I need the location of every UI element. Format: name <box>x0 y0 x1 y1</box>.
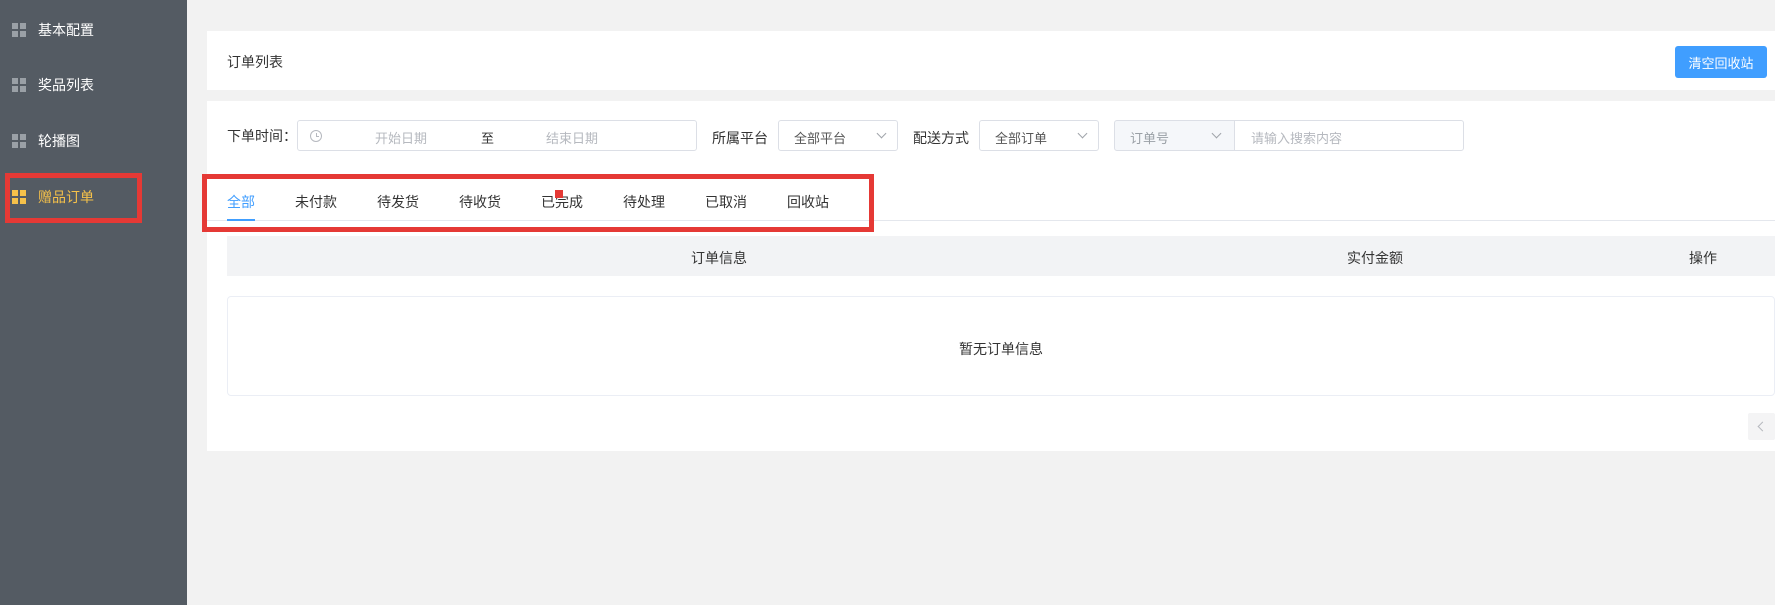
empty-state-text: 暂无订单信息 <box>959 342 1043 358</box>
tab-to-receive[interactable]: 待收货 <box>459 192 501 212</box>
annotation-marker <box>555 190 563 198</box>
search-input-placeholder: 请输入搜索内容 <box>1251 132 1343 147</box>
table-header: 订单信息 实付金额 操作 <box>227 236 1775 276</box>
page-title: 订单列表 <box>227 55 283 71</box>
tab-all[interactable]: 全部 <box>227 192 255 212</box>
sidebar-item-label: 赠品订单 <box>38 190 94 206</box>
delivery-label: 配送方式 <box>913 131 969 147</box>
sidebar-item-carousel[interactable]: 轮播图 <box>0 113 187 169</box>
search-input[interactable]: 请输入搜索内容 <box>1234 120 1464 151</box>
start-date-input[interactable]: 开始日期 <box>375 128 427 147</box>
platform-select[interactable]: 全部平台 <box>778 120 898 151</box>
end-date-input[interactable]: 结束日期 <box>546 128 598 147</box>
grid-icon <box>12 78 26 92</box>
sidebar-item-basic-config[interactable]: 基本配置 <box>0 2 187 58</box>
column-actions: 操作 <box>1689 251 1717 267</box>
column-order-info: 订单信息 <box>691 251 747 267</box>
delivery-select-value: 全部订单 <box>995 132 1048 147</box>
date-range-picker[interactable]: 开始日期 至 结束日期 <box>297 120 697 151</box>
range-separator: 至 <box>481 132 495 147</box>
sidebar-item-gift-orders[interactable]: 赠品订单 <box>0 169 187 225</box>
main-card <box>207 101 1775 451</box>
tab-pending[interactable]: 待处理 <box>623 192 665 212</box>
chevron-left-icon <box>1757 421 1768 432</box>
chevron-down-icon <box>1077 128 1088 139</box>
clear-recycle-bin-button[interactable]: 清空回收站 <box>1675 46 1767 78</box>
sidebar-item-label: 轮播图 <box>38 134 80 150</box>
platform-label: 所属平台 <box>712 131 768 147</box>
tab-cancelled[interactable]: 已取消 <box>705 192 747 212</box>
tab-recycle-bin[interactable]: 回收站 <box>787 192 829 212</box>
sidebar-item-label: 基本配置 <box>38 23 94 39</box>
active-tab-indicator <box>227 219 255 221</box>
grid-icon <box>12 134 26 148</box>
delivery-select[interactable]: 全部订单 <box>979 120 1099 151</box>
grid-icon <box>12 190 26 204</box>
tabs-divider <box>207 220 1775 221</box>
pagination-prev-button[interactable] <box>1748 413 1775 440</box>
sidebar-item-prize-list[interactable]: 奖品列表 <box>0 57 187 113</box>
search-type-select[interactable]: 订单号 <box>1114 120 1235 151</box>
search-type-value: 订单号 <box>1130 132 1170 147</box>
platform-select-value: 全部平台 <box>794 132 847 147</box>
empty-state: 暂无订单信息 <box>227 296 1775 396</box>
header-card: 订单列表 清空回收站 <box>207 31 1775 90</box>
order-time-label: 下单时间： <box>227 129 297 145</box>
sidebar-item-label: 奖品列表 <box>38 78 94 94</box>
clock-icon <box>310 130 322 142</box>
tab-to-ship[interactable]: 待发货 <box>377 192 419 212</box>
grid-icon <box>12 23 26 37</box>
chevron-down-icon <box>876 128 887 139</box>
column-amount-paid: 实付金额 <box>1347 251 1403 267</box>
sidebar: 基本配置 奖品列表 轮播图 赠品订单 <box>0 0 187 605</box>
tab-unpaid[interactable]: 未付款 <box>295 192 337 212</box>
chevron-down-icon <box>1211 128 1222 139</box>
